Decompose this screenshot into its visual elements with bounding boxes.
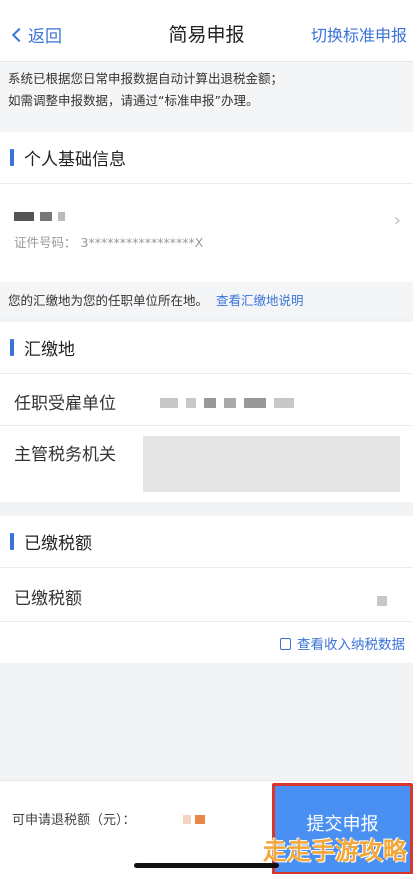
huijiao-explain-link[interactable]: 查看汇缴地说明 <box>216 293 304 308</box>
view-income-label: 查看收入纳税数据 <box>297 637 405 653</box>
employer-value-masked <box>160 398 294 408</box>
home-indicator <box>134 863 279 868</box>
personal-info-row[interactable]: 证件号码： 3*****************X › <box>0 184 413 282</box>
paid-tax-value-masked <box>377 596 387 606</box>
id-number: 证件号码： 3*****************X <box>14 232 203 251</box>
chevron-right-icon: › <box>393 210 401 231</box>
view-income-link[interactable]: 查看收入纳税数据 <box>280 633 405 653</box>
basic-info-heading: 个人基础信息 <box>24 150 126 170</box>
notice-line-1: 系统已根据您日常申报数据自动计算出退税金额； <box>8 71 284 86</box>
paid-tax-heading: 已缴税额 <box>24 534 92 554</box>
paid-tax-row: 已缴税额 <box>0 568 413 622</box>
masked-name <box>14 212 65 221</box>
notice-line-2: 如需调整申报数据，请通过“标准申报”办理。 <box>8 93 259 108</box>
tax-office-row: 主管税务机关 <box>0 426 413 504</box>
huijiao-tip: 您的汇缴地为您的任职单位所在地。 查看汇缴地说明 <box>0 282 413 316</box>
paid-tax-label: 已缴税额 <box>14 589 82 609</box>
huijiao-header: 汇缴地 <box>0 322 413 374</box>
section-marker <box>10 533 14 550</box>
tax-office-label: 主管税务机关 <box>14 445 116 465</box>
edit-doc-icon <box>280 638 291 650</box>
switch-standard-button[interactable]: 切换标准申报 <box>311 22 407 46</box>
basic-info-card: 个人基础信息 证件号码： 3*****************X › <box>0 132 413 282</box>
id-label: 证件号码： <box>14 235 77 250</box>
id-value: 3*****************X <box>80 235 204 250</box>
refund-amount-masked <box>183 815 205 824</box>
basic-info-header: 个人基础信息 <box>0 132 413 184</box>
tax-office-value-masked <box>143 436 400 492</box>
paid-tax-card: 已缴税额 已缴税额 查看收入纳税数据 <box>0 516 413 663</box>
notice-box: 系统已根据您日常申报数据自动计算出退税金额； 如需调整申报数据，请通过“标准申报… <box>0 62 413 132</box>
tip-text: 您的汇缴地为您的任职单位所在地。 <box>8 293 209 308</box>
employer-label: 任职受雇单位 <box>14 394 116 414</box>
huijiao-heading: 汇缴地 <box>24 340 75 360</box>
paid-tax-header: 已缴税额 <box>0 516 413 568</box>
watermark-logo: 走走手游攻略 <box>263 837 407 865</box>
employer-row: 任职受雇单位 <box>0 374 413 426</box>
empty-space <box>0 663 413 780</box>
huijiao-card: 汇缴地 任职受雇单位 主管税务机关 <box>0 322 413 502</box>
refund-amount-label: 可申请退税额（元）： <box>12 813 136 828</box>
section-marker <box>10 149 14 166</box>
view-income-row[interactable]: 查看收入纳税数据 <box>0 622 413 663</box>
nav-bar: 返回 简易申报 切换标准申报 <box>0 0 413 62</box>
section-marker <box>10 339 14 356</box>
